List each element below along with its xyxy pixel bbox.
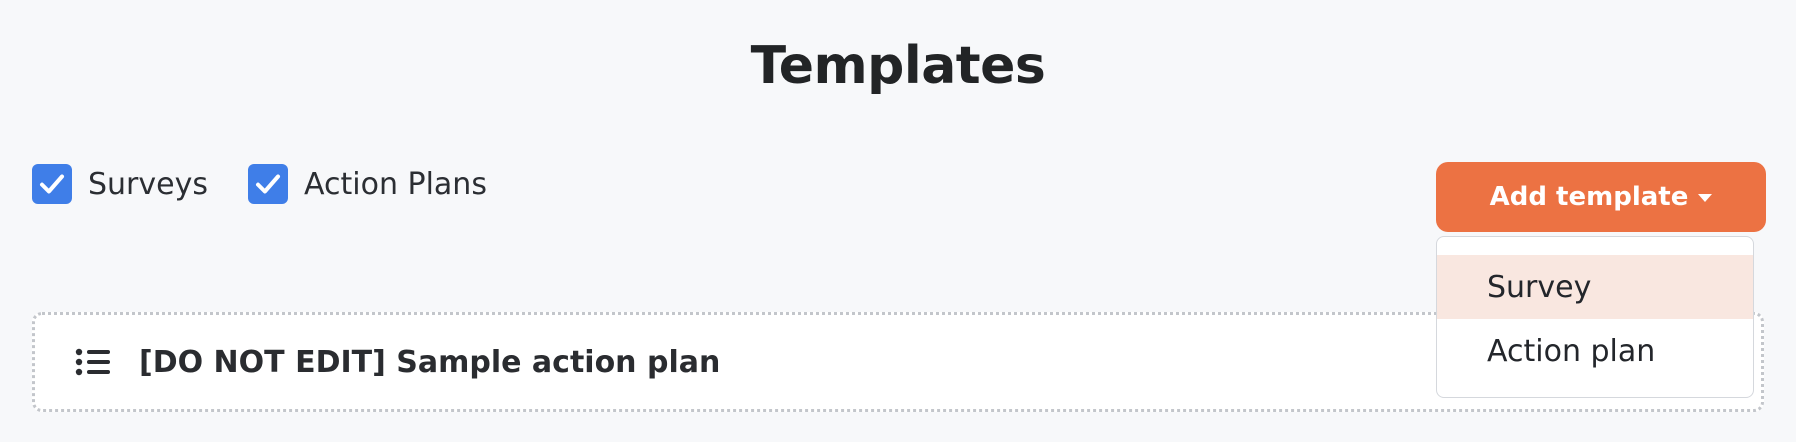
add-template-button[interactable]: Add template bbox=[1436, 162, 1766, 232]
list-icon bbox=[75, 348, 111, 376]
filter-action-plans[interactable]: Action Plans bbox=[248, 164, 487, 204]
checkmark-icon bbox=[256, 174, 280, 194]
action-plans-label: Action Plans bbox=[304, 166, 487, 202]
menu-item-survey[interactable]: Survey bbox=[1437, 255, 1753, 319]
filter-group: Surveys Action Plans bbox=[32, 164, 527, 204]
template-title: [DO NOT EDIT] Sample action plan bbox=[139, 344, 721, 380]
add-template-menu: Survey Action plan bbox=[1436, 236, 1754, 398]
action-plans-checkbox[interactable] bbox=[248, 164, 288, 204]
add-template-label: Add template bbox=[1489, 182, 1689, 212]
page-title: Templates bbox=[750, 36, 1046, 96]
surveys-label: Surveys bbox=[88, 166, 208, 202]
checkmark-icon bbox=[40, 174, 64, 194]
menu-item-action-plan[interactable]: Action plan bbox=[1437, 319, 1753, 383]
filter-surveys[interactable]: Surveys bbox=[32, 164, 208, 204]
caret-down-icon bbox=[1698, 194, 1713, 202]
surveys-checkbox[interactable] bbox=[32, 164, 72, 204]
